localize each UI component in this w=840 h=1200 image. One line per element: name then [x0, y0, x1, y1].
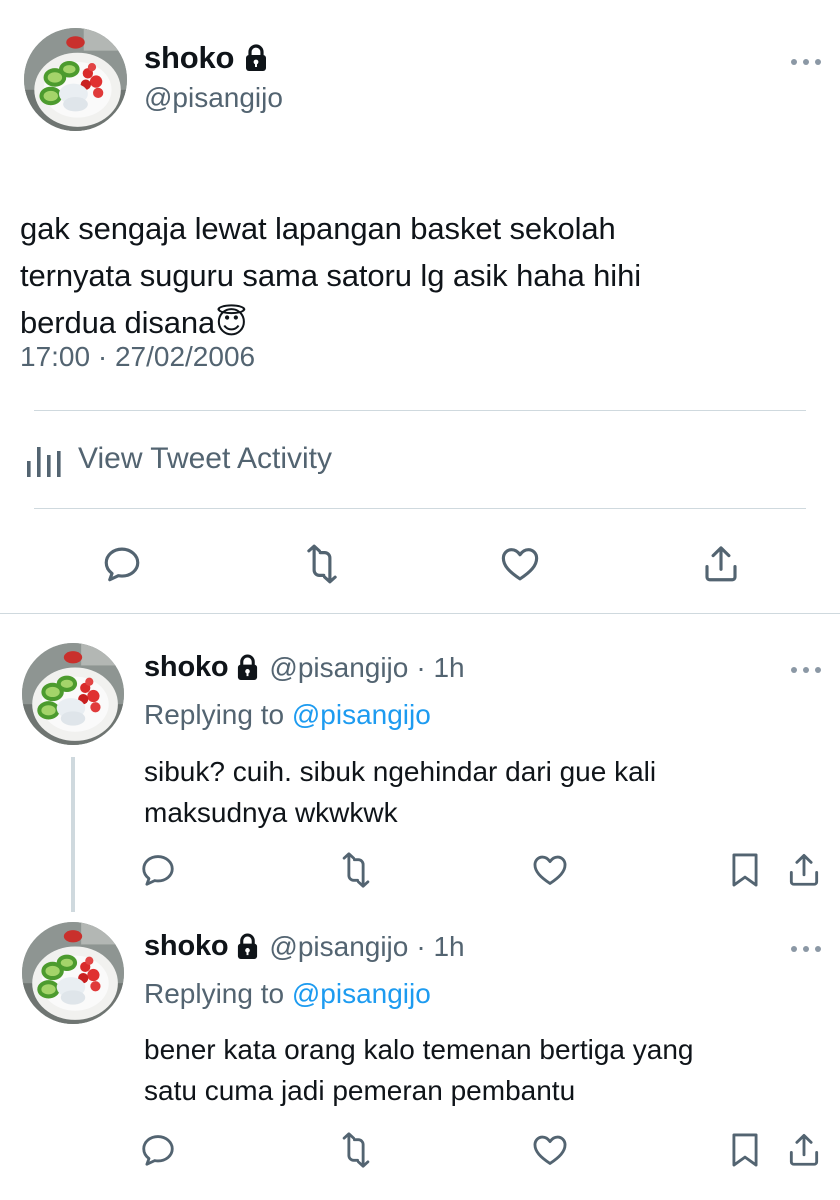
author-handle[interactable]: @pisangijo	[144, 82, 283, 114]
bar-chart-icon	[24, 439, 64, 479]
lock-icon	[244, 44, 268, 72]
reply-icon[interactable]	[139, 1131, 177, 1169]
retweet-icon[interactable]	[337, 851, 375, 889]
tweet-timestamp[interactable]: 17:00 · 27/02/2006	[20, 341, 255, 373]
replying-to-label: Replying to	[144, 699, 285, 730]
author-name[interactable]: shoko	[144, 651, 229, 684]
author-handle[interactable]: @pisangijo	[269, 931, 408, 963]
reply-header: shoko @pisangijo · 1h	[144, 930, 465, 963]
tweet-text-line: berdua disana	[20, 305, 216, 340]
reply-text: sibuk? cuih. sibuk ngehindar dari gue ka…	[144, 756, 657, 828]
more-icon[interactable]	[788, 664, 824, 676]
replying-to-label: Replying to	[144, 978, 285, 1009]
replying-to: Replying to @pisangijo	[144, 699, 431, 731]
share-icon[interactable]	[785, 1131, 823, 1169]
replying-to-handle[interactable]: @pisangijo	[292, 699, 431, 730]
smiling-angel-emoji: 😇	[215, 305, 248, 340]
tweet-text-line: ternyata suguru sama satoru lg asik haha…	[20, 258, 642, 293]
divider	[34, 508, 806, 509]
reply-icon[interactable]	[139, 851, 177, 889]
replying-to: Replying to @pisangijo	[144, 978, 431, 1010]
lock-icon	[236, 654, 259, 681]
reply-text: bener kata orang kalo temenan bertiga ya…	[144, 1034, 694, 1106]
like-icon[interactable]	[531, 851, 569, 889]
avatar[interactable]	[22, 643, 124, 745]
thread-line	[71, 757, 75, 912]
activity-label: View Tweet Activity	[78, 442, 333, 475]
author-handle[interactable]: @pisangijo	[269, 652, 408, 684]
view-tweet-activity-button[interactable]: View Tweet Activity	[24, 432, 332, 486]
section-divider	[0, 613, 840, 614]
author-name[interactable]: shoko	[144, 930, 229, 963]
bookmark-icon[interactable]	[726, 851, 764, 889]
author-name[interactable]: shoko	[144, 40, 234, 76]
divider	[34, 410, 806, 411]
bookmark-icon[interactable]	[726, 1131, 764, 1169]
like-icon[interactable]	[531, 1131, 569, 1169]
share-icon[interactable]	[700, 543, 742, 585]
avatar[interactable]	[22, 922, 124, 1024]
replying-to-handle[interactable]: @pisangijo	[292, 978, 431, 1009]
more-icon[interactable]	[788, 56, 824, 68]
reply-header: shoko @pisangijo · 1h	[144, 651, 465, 684]
reply-icon[interactable]	[101, 543, 143, 585]
share-icon[interactable]	[785, 851, 823, 889]
retweet-icon[interactable]	[337, 1131, 375, 1169]
tweet-text-line: gak sengaja lewat lapangan basket sekola…	[20, 211, 616, 246]
lock-icon	[236, 933, 259, 960]
avatar[interactable]	[24, 28, 127, 131]
tweet-text: gak sengaja lewat lapangan basket sekola…	[20, 158, 810, 346]
reply-time[interactable]: · 1h	[416, 652, 464, 684]
more-icon[interactable]	[788, 943, 824, 955]
reply-time[interactable]: · 1h	[416, 931, 464, 963]
like-icon[interactable]	[499, 543, 541, 585]
retweet-icon[interactable]	[301, 543, 343, 585]
